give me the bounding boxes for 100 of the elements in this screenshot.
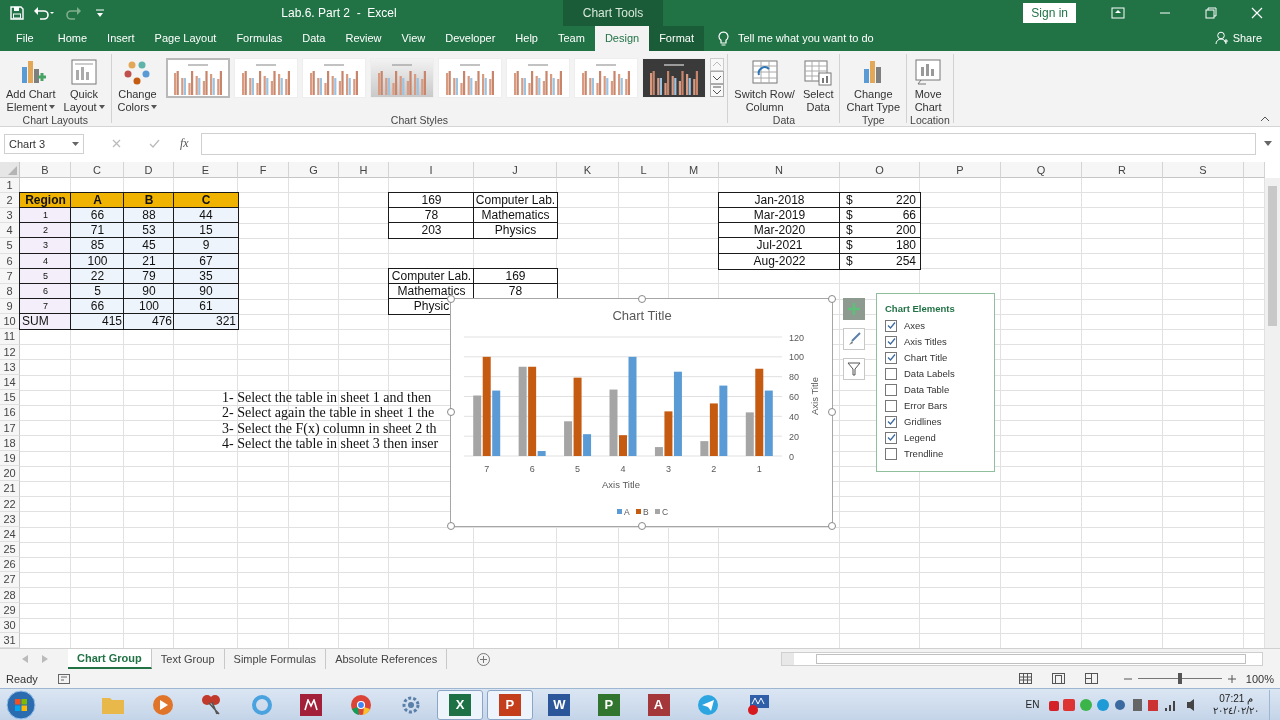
ribbon-tab[interactable]: File	[0, 26, 48, 51]
checkbox[interactable]	[885, 383, 897, 396]
row-header[interactable]: 30	[0, 618, 20, 634]
checkbox[interactable]	[885, 415, 897, 428]
checkbox-label[interactable]: Data Table	[904, 384, 950, 396]
row-header[interactable]: 27	[0, 572, 20, 588]
resize-handle[interactable]	[447, 294, 455, 303]
column-header[interactable]: J	[474, 161, 557, 178]
row-header[interactable]: 26	[0, 557, 20, 573]
collapse-ribbon-icon[interactable]	[1260, 115, 1270, 122]
column-header[interactable]: R	[1082, 161, 1163, 178]
name-box[interactable]: Chart 3	[4, 133, 84, 154]
checkbox-label[interactable]: Legend	[904, 432, 936, 444]
taskbar-button[interactable]: P	[585, 689, 632, 720]
ribbon-tab[interactable]: Formulas	[226, 26, 293, 51]
ribbon-button[interactable]: Add Chart Element	[3, 56, 59, 114]
taskbar-button[interactable]: A	[635, 689, 682, 720]
column-header[interactable]: O	[840, 161, 920, 178]
resize-handle[interactable]	[828, 521, 836, 530]
row-header[interactable]: 11	[0, 329, 20, 345]
column-header[interactable]: B	[20, 161, 71, 178]
checkbox-label[interactable]: Data Labels	[904, 368, 955, 380]
sign-in-button[interactable]: Sign in	[1023, 3, 1076, 23]
chart-style-thumbnail[interactable]	[166, 57, 231, 98]
chart-area[interactable]: 0 20 40 60 80 100 120 7 6 5 4 3 2 1 Chart Title Axis Title Axis Title A B C	[450, 297, 833, 527]
row-header[interactable]: 31	[0, 633, 20, 649]
checkbox[interactable]	[885, 319, 897, 332]
zoom-level[interactable]: 100%	[1245, 672, 1274, 685]
checkbox[interactable]	[885, 447, 897, 460]
row-header[interactable]: 4	[0, 223, 20, 239]
chart-elements-button[interactable]	[843, 297, 865, 320]
column-header[interactable]: S	[1163, 161, 1244, 178]
page-break-icon[interactable]	[1084, 673, 1098, 685]
checkbox-label[interactable]: Axis Titles	[904, 336, 947, 348]
resize-handle[interactable]	[447, 408, 455, 417]
expand-icon[interactable]	[1264, 141, 1272, 147]
column-header[interactable]: G	[289, 161, 339, 178]
ribbon-tab[interactable]: Help	[505, 26, 548, 51]
axis-title[interactable]: Axis Title	[809, 376, 820, 415]
save-icon[interactable]	[10, 6, 24, 20]
customize-toolbar-icon[interactable]	[95, 8, 105, 18]
ribbon-display-icon[interactable]	[1111, 7, 1125, 19]
resize-handle[interactable]	[637, 294, 646, 303]
clock[interactable]: 07:21 م ٢٠٢٤/٠٢/٢٠	[1213, 692, 1259, 717]
ribbon-tab[interactable]: Insert	[97, 26, 145, 51]
ribbon-tab[interactable]: Data	[292, 26, 336, 51]
taskbar-button[interactable]: W	[536, 689, 583, 720]
row-header[interactable]: 14	[0, 375, 20, 391]
ribbon-button[interactable]: Move Chart	[910, 56, 947, 114]
taskbar-button[interactable]: X	[437, 689, 484, 720]
more-styles-icon[interactable]	[710, 83, 725, 97]
row-header[interactable]: 5	[0, 238, 20, 254]
column-header[interactable]: L	[619, 161, 669, 178]
checkbox[interactable]	[885, 335, 897, 348]
undo-icon[interactable]	[33, 6, 55, 20]
share-button[interactable]: Share	[1232, 32, 1262, 45]
checkbox-label[interactable]: Chart Title	[904, 352, 948, 364]
ribbon-tab[interactable]: Format	[649, 26, 704, 51]
ribbon-tab[interactable]: Design	[594, 26, 650, 51]
checkbox-label[interactable]: Error Bars	[904, 400, 948, 412]
add-sheet-icon[interactable]	[477, 652, 491, 666]
ribbon-tab[interactable]: Team	[547, 26, 595, 51]
row-header[interactable]: 16	[0, 405, 20, 421]
checkbox[interactable]	[885, 351, 897, 364]
ribbon-button[interactable]: Change Colors	[114, 56, 161, 114]
ribbon-tab[interactable]: Home	[47, 26, 98, 51]
ribbon-button[interactable]: Select Data	[799, 56, 837, 114]
column-header[interactable]: F	[238, 161, 289, 178]
row-header[interactable]: 20	[0, 466, 20, 482]
chart-filters-button[interactable]	[843, 357, 865, 380]
ribbon-tab[interactable]: Page Layout	[144, 26, 227, 51]
column-header[interactable]: Q	[1001, 161, 1082, 178]
row-header[interactable]: 15	[0, 390, 20, 406]
column-header[interactable]: D	[124, 161, 174, 178]
restore-icon[interactable]	[1205, 7, 1217, 19]
normal-view-icon[interactable]	[1018, 673, 1032, 685]
row-header[interactable]: 21	[0, 481, 20, 497]
column-header[interactable]: E	[174, 161, 238, 178]
start-button[interactable]	[6, 689, 36, 720]
language-indicator[interactable]: EN	[1025, 699, 1040, 711]
ribbon-tab[interactable]: Review	[335, 26, 392, 51]
column-header[interactable]: H	[339, 161, 389, 178]
checkbox-label[interactable]: Gridlines	[904, 416, 942, 428]
ribbon-tab[interactable]: Developer	[435, 26, 506, 51]
page-layout-icon[interactable]	[1051, 673, 1065, 685]
ribbon-button[interactable]: Change Chart Type	[843, 56, 904, 114]
horizontal-scrollbar[interactable]	[781, 652, 1263, 667]
row-header[interactable]: 10	[0, 314, 20, 330]
column-header[interactable]: P	[920, 161, 1001, 178]
row-header[interactable]: 9	[0, 299, 20, 315]
checkbox-label[interactable]: Trendline	[904, 448, 944, 460]
sheet-tab[interactable]: Chart Group	[68, 649, 152, 670]
tell-me-search[interactable]: Tell me what you want to do	[737, 32, 874, 45]
zoom-in-icon[interactable]	[1227, 674, 1236, 683]
resize-handle[interactable]	[828, 408, 836, 417]
person-icon[interactable]	[1214, 31, 1229, 46]
column-header[interactable]: M	[669, 161, 719, 178]
chart-title[interactable]: Chart Title	[612, 307, 672, 323]
column-header[interactable]: K	[557, 161, 619, 178]
checkbox-label[interactable]: Axes	[904, 320, 926, 332]
